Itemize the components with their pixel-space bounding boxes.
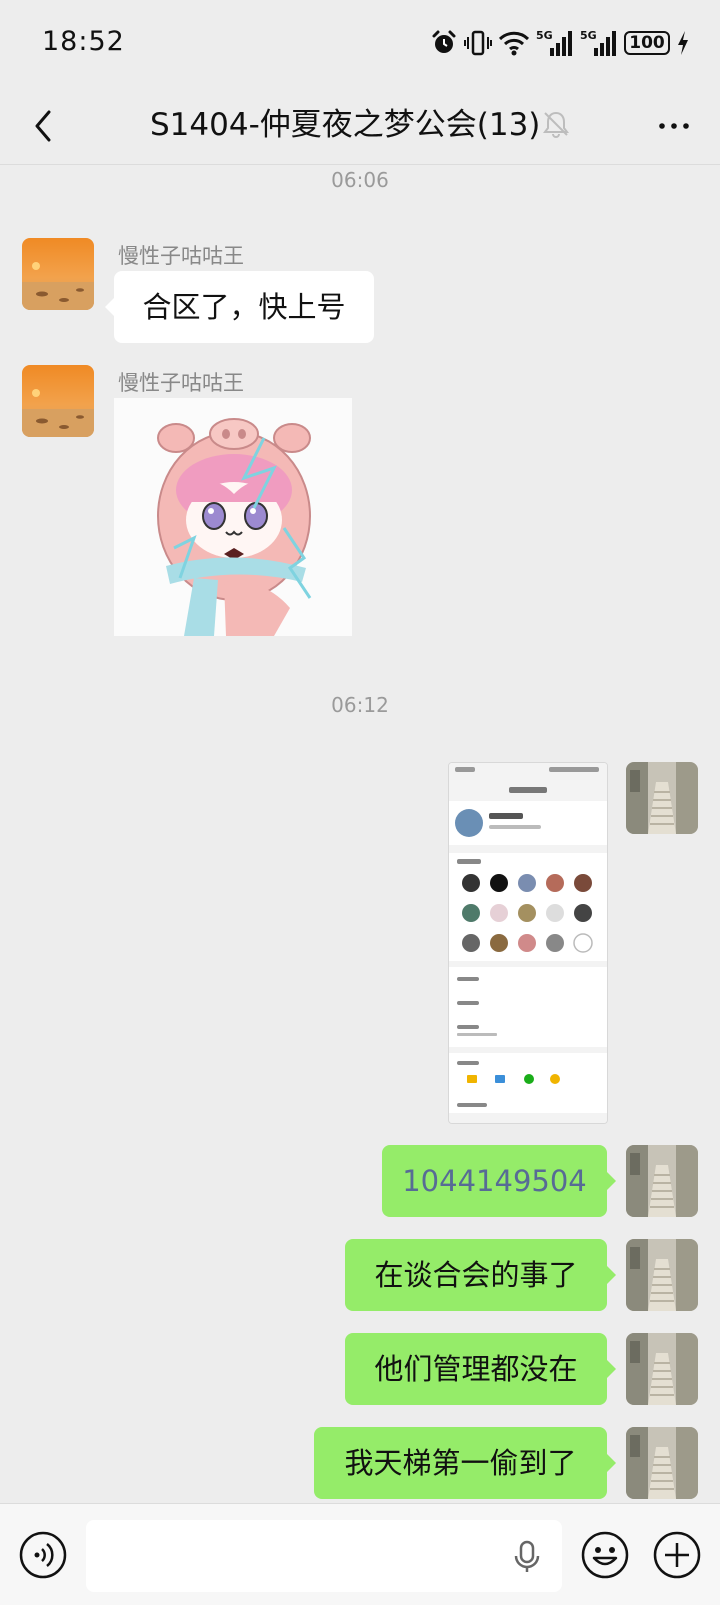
message-bubble[interactable]: 我天梯第一偷到了: [314, 1427, 616, 1499]
chat-header: S1404-仲夏夜之梦公会(13): [0, 88, 720, 165]
avatar[interactable]: [22, 365, 94, 437]
voice-mode-icon[interactable]: [18, 1530, 68, 1580]
status-icons: 5G 5G 100: [430, 26, 690, 60]
chat-timestamp: 06:12: [331, 693, 389, 717]
network-label: 5G: [580, 29, 597, 42]
chat-title: S1404-仲夏夜之梦公会(13): [150, 107, 541, 143]
input-bar: [0, 1503, 720, 1605]
muted-bell-icon: [541, 109, 571, 139]
back-arrow-icon[interactable]: [22, 102, 70, 150]
sender-name: 慢性子咕咕王: [118, 244, 244, 268]
status-bar: 18:52 5G 5G 100: [0, 0, 720, 88]
network-label: 5G: [536, 29, 553, 42]
signal-icon: 5G: [580, 29, 616, 56]
sender-name: 慢性子咕咕王: [118, 371, 244, 395]
status-time: 18:52: [42, 26, 125, 57]
avatar[interactable]: [626, 1145, 698, 1217]
alarm-icon: [432, 30, 456, 53]
shared-screenshot-image[interactable]: [448, 762, 608, 1124]
signal-icon: 5G: [536, 29, 572, 56]
avatar[interactable]: [626, 1427, 698, 1499]
emoji-icon[interactable]: [580, 1530, 630, 1580]
microphone-icon[interactable]: [512, 1540, 542, 1574]
avatar[interactable]: [626, 762, 698, 834]
more-dots-icon[interactable]: [650, 102, 698, 150]
charging-icon: [678, 31, 688, 55]
chat-timestamp: 06:06: [331, 168, 389, 192]
plus-icon[interactable]: [652, 1530, 702, 1580]
avatar[interactable]: [626, 1333, 698, 1405]
message-input[interactable]: [86, 1520, 562, 1592]
wifi-icon: [498, 31, 530, 56]
vibrate-icon: [464, 30, 492, 56]
message-bubble[interactable]: 他们管理都没在: [345, 1333, 616, 1405]
message-bubble[interactable]: 合区了，快上号: [105, 271, 374, 343]
avatar[interactable]: [626, 1239, 698, 1311]
avatar[interactable]: [22, 238, 94, 310]
sticker-image[interactable]: [114, 398, 352, 636]
message-bubble[interactable]: 1044149504: [382, 1145, 616, 1217]
message-bubble[interactable]: 在谈合会的事了: [345, 1239, 616, 1311]
battery-icon: 100: [624, 31, 670, 55]
